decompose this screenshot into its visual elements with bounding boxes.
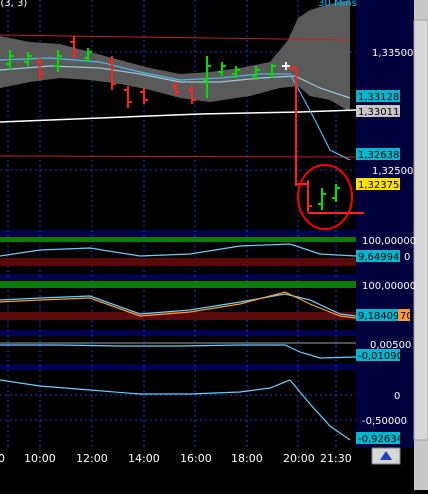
stoch1-tick-zero: 0: [404, 252, 410, 263]
price-badge-2: 1,33011: [358, 107, 399, 118]
price-tick-2: 1,32500: [372, 166, 413, 177]
price-badge-1: 1,33128: [358, 92, 399, 103]
time-label-2: 12:00: [76, 452, 108, 465]
stoch1-tick-top: 100,00000: [362, 236, 416, 247]
osc-value: -0,01090: [358, 351, 403, 362]
overbought-zone-2: [0, 281, 356, 288]
time-label-4: 16:00: [180, 452, 212, 465]
pane-separator-4: [0, 364, 356, 370]
pane-separator-1: [0, 230, 356, 236]
scrollbar-thumb[interactable]: [413, 19, 428, 441]
time-label-0: 0: [0, 452, 5, 465]
time-axis-panel: [0, 448, 428, 490]
time-label-7: 21:30: [320, 452, 352, 465]
stoch1-value: 9,64994: [358, 252, 399, 263]
time-label-6: 20:00: [283, 452, 315, 465]
chart-canvas[interactable]: 1,33500 1,32500 1,33128 1,33011 1,32638 …: [0, 0, 428, 490]
timeframe-label: 30 Mins: [318, 0, 357, 9]
time-label-5: 18:00: [231, 452, 263, 465]
overbought-zone-1: [0, 237, 356, 242]
indicator-label: 0(3, 3): [0, 0, 27, 9]
stoch2-suffix: 70: [400, 311, 413, 322]
stoch2-tick-top: 100,00000: [362, 281, 416, 292]
bottom-tick-zero: 0: [394, 391, 400, 402]
pane-separator-2: [0, 274, 356, 280]
stoch2-value: 9,18409: [358, 311, 399, 322]
time-label-1: 10:00: [24, 452, 56, 465]
price-badge-3: 1,32638: [358, 150, 399, 161]
price-badge-4: 1,32375: [358, 180, 399, 191]
chart-window: 1,33500 1,32500 1,33128 1,33011 1,32638 …: [0, 0, 428, 490]
time-label-3: 14:00: [128, 452, 160, 465]
bottom-tick-neg: -0,50000: [362, 416, 407, 427]
bottom-value: -0,92634: [358, 434, 403, 445]
pane-separator-3: [0, 330, 356, 336]
oversold-zone-1: [0, 258, 356, 266]
price-tick-1: 1,33500: [372, 48, 413, 59]
